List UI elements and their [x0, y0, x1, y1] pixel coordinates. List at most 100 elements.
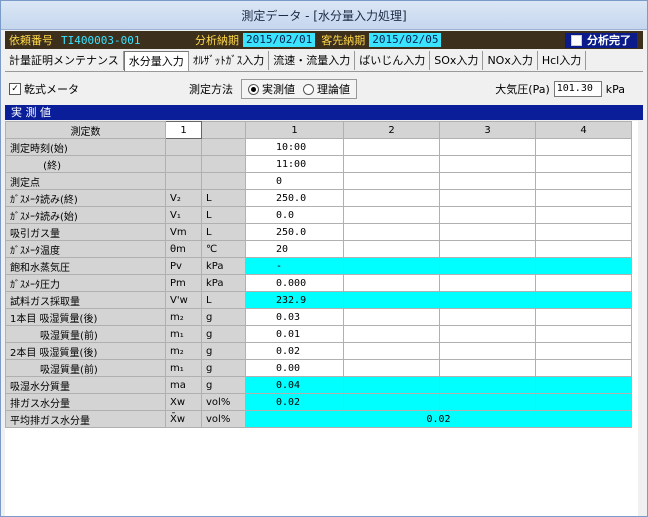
value-cell-3[interactable] [439, 155, 536, 173]
value-cell-2[interactable] [343, 274, 440, 292]
calc-cell-4 [535, 257, 632, 275]
tab-orsat-gas-input[interactable]: ｵﾙｻﾞｯﾄｶﾞｽ入力 [189, 51, 270, 70]
value-cell-3[interactable] [439, 240, 536, 258]
request-number-label: 依頼番号 [9, 34, 53, 47]
table-row: ｶﾞｽﾒｰﾀ温度 θm ℃ 20 [5, 240, 632, 258]
value-cell-1[interactable]: 0.01 [245, 325, 344, 343]
info-bar: 依頼番号 TI400003-001 分析納期 2015/02/01 客先納期 2… [5, 31, 643, 49]
calc-cell-3 [439, 257, 536, 275]
value-cell-4[interactable] [535, 274, 632, 292]
value-cell-1[interactable]: 20 [245, 240, 344, 258]
value-cell-2[interactable] [343, 189, 440, 207]
value-cell-3[interactable] [439, 325, 536, 343]
value-cell-1[interactable]: 0.000 [245, 274, 344, 292]
row-label: ｶﾞｽﾒｰﾀ圧力 [5, 274, 166, 292]
row-symbol [165, 172, 202, 190]
calc-cell-3 [439, 376, 536, 394]
pressure-input[interactable]: 101.30 [553, 81, 602, 97]
table-row: (終) 11:00 [5, 155, 632, 173]
radio-measured-icon[interactable] [248, 83, 259, 95]
table-row: 測定点 0 [5, 172, 632, 190]
column-header-4: 4 [535, 121, 632, 139]
row-symbol: m₂ [165, 308, 202, 326]
analysis-complete-checkbox[interactable]: 分析完了 [565, 32, 637, 48]
row-label: 2本目 吸湿質量(後) [5, 342, 166, 360]
value-cell-2[interactable] [343, 342, 440, 360]
value-cell-1[interactable]: 0 [245, 172, 344, 190]
value-cell-2[interactable] [343, 138, 440, 156]
row-symbol: Xw [165, 393, 202, 411]
client-deadline-value: 2015/02/05 [369, 33, 442, 47]
value-cell-2[interactable] [343, 155, 440, 173]
value-cell-3[interactable] [439, 223, 536, 241]
value-cell-2[interactable] [343, 325, 440, 343]
table-row: 吸引ガス量 Vm L 250.0 [5, 223, 632, 241]
column-header-2: 2 [343, 121, 440, 139]
row-label: ｶﾞｽﾒｰﾀ読み(終) [5, 189, 166, 207]
row-symbol: Vm [165, 223, 202, 241]
radio-measured-label[interactable]: 実測値 [262, 81, 295, 97]
value-cell-3[interactable] [439, 359, 536, 377]
tab-moisture-input[interactable]: 水分量入力 [123, 51, 189, 71]
value-cell-3[interactable] [439, 172, 536, 190]
table-row: 2本目 吸湿質量(後) m₂ g 0.02 [5, 342, 632, 360]
value-cell-3[interactable] [439, 342, 536, 360]
value-cell-4[interactable] [535, 189, 632, 207]
value-cell-1[interactable]: 0.03 [245, 308, 344, 326]
calc-cell-4 [535, 376, 632, 394]
value-cell-4[interactable] [535, 172, 632, 190]
row-label: 吸引ガス量 [5, 223, 166, 241]
tab-sox-input[interactable]: SOx入力 [430, 51, 484, 70]
request-number-value: TI400003-001 [61, 33, 141, 47]
average-value: 0.02 [245, 410, 632, 428]
calc-cell-4 [535, 291, 632, 309]
value-cell-4[interactable] [535, 325, 632, 343]
value-cell-4[interactable] [535, 155, 632, 173]
value-cell-4[interactable] [535, 240, 632, 258]
value-cell-3[interactable] [439, 308, 536, 326]
dry-meter-checkbox[interactable]: ✓ 乾式メータ [9, 81, 79, 97]
tab-maintenance[interactable]: 計量証明メンテナンス [5, 51, 124, 70]
value-cell-1[interactable]: 0.02 [245, 342, 344, 360]
value-cell-1[interactable]: 11:00 [245, 155, 344, 173]
value-cell-2[interactable] [343, 172, 440, 190]
tab-dust-input[interactable]: ばいじん入力 [355, 51, 431, 70]
column-header-1: 1 [245, 121, 344, 139]
value-cell-3[interactable] [439, 189, 536, 207]
value-cell-1[interactable]: 10:00 [245, 138, 344, 156]
value-cell-3[interactable] [439, 206, 536, 224]
calc-cell-2 [343, 376, 440, 394]
value-cell-1[interactable]: 0.0 [245, 206, 344, 224]
radio-theory-label[interactable]: 理論値 [317, 81, 350, 97]
radio-theory-icon[interactable] [303, 83, 314, 95]
value-cell-4[interactable] [535, 138, 632, 156]
tab-nox-input[interactable]: NOx入力 [483, 51, 538, 70]
value-cell-2[interactable] [343, 223, 440, 241]
value-cell-2[interactable] [343, 206, 440, 224]
value-cell-2[interactable] [343, 359, 440, 377]
row-label: 試料ガス採取量 [5, 291, 166, 309]
value-cell-2[interactable] [343, 308, 440, 326]
value-cell-1[interactable]: 0.00 [245, 359, 344, 377]
atmospheric-pressure: 大気圧(Pa) 101.30 kPa [495, 81, 625, 97]
row-unit: L [201, 223, 246, 241]
measurement-table: 測定数 1 1 2 3 4 測定時刻(始) 10:00 (終) 11:00 測定点 0 ｶﾞｽﾒｰﾀ読… [5, 121, 632, 428]
value-cell-4[interactable] [535, 342, 632, 360]
tab-flow-input[interactable]: 流速・流量入力 [269, 51, 356, 70]
value-cell-3[interactable] [439, 274, 536, 292]
value-cell-1[interactable]: 250.0 [245, 189, 344, 207]
pressure-unit: kPa [605, 82, 625, 96]
value-cell-3[interactable] [439, 138, 536, 156]
table-row: 吸湿質量(前) m₁ g 0.00 [5, 359, 632, 377]
average-symbol: X̄w [165, 410, 202, 428]
value-cell-4[interactable] [535, 223, 632, 241]
tab-hcl-input[interactable]: Hcl入力 [538, 51, 587, 70]
row-symbol [165, 155, 202, 173]
value-cell-4[interactable] [535, 359, 632, 377]
value-cell-4[interactable] [535, 206, 632, 224]
value-cell-2[interactable] [343, 240, 440, 258]
header-row: 測定数 1 1 2 3 4 [5, 121, 632, 139]
value-cell-1[interactable]: 250.0 [245, 223, 344, 241]
value-cell-4[interactable] [535, 308, 632, 326]
count-value[interactable]: 1 [165, 121, 202, 139]
